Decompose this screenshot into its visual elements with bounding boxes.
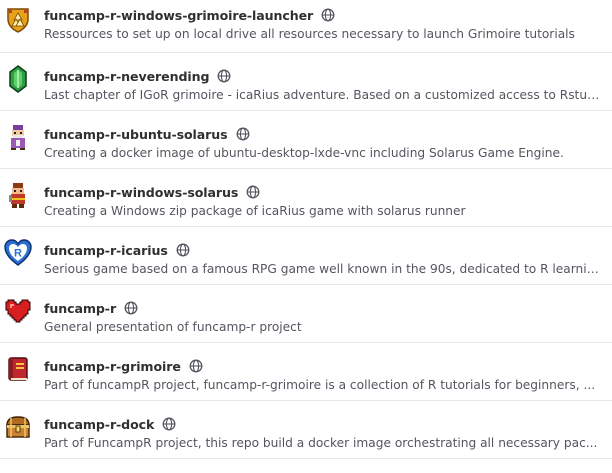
public-globe-icon	[217, 69, 231, 83]
project-name-link[interactable]: funcamp-r-icarius	[44, 243, 168, 258]
project-row-funcamp-r-grimoire[interactable]: funcamp-r-grimoire Part of funcampR proj…	[0, 343, 612, 401]
triforce-shield-icon[interactable]	[4, 6, 32, 34]
project-description: Serious game based on a famous RPG game …	[44, 262, 604, 276]
public-globe-icon	[176, 243, 190, 257]
project-name-link[interactable]: funcamp-r-windows-grimoire-launcher	[44, 8, 313, 23]
public-globe-icon	[162, 417, 176, 431]
project-row-funcamp-r-windows-solarus[interactable]: funcamp-r-windows-solarus Creating a Win…	[0, 169, 612, 227]
project-description: Part of funcampR project, funcamp-r-grim…	[44, 378, 596, 392]
project-description: General presentation of funcamp-r projec…	[44, 320, 302, 334]
pixel-heart-icon[interactable]	[4, 297, 32, 325]
project-name-link[interactable]: funcamp-r-grimoire	[44, 359, 181, 374]
project-title-line: funcamp-r-windows-solarus	[44, 183, 260, 201]
project-title-line: funcamp-r-ubuntu-solarus	[44, 125, 250, 143]
project-title-line: funcamp-r-icarius	[44, 241, 190, 259]
project-title-line: funcamp-r-windows-grimoire-launcher	[44, 6, 335, 24]
public-globe-icon	[124, 301, 138, 315]
project-name-link[interactable]: funcamp-r	[44, 301, 116, 316]
project-title-line: funcamp-r-dock	[44, 415, 176, 433]
project-title-line: funcamp-r-grimoire	[44, 357, 203, 375]
project-row-funcamp-r-windows-grimoire-launcher[interactable]: funcamp-r-windows-grimoire-launcher Ress…	[0, 0, 612, 53]
public-globe-icon	[321, 8, 335, 22]
project-title-line: funcamp-r-neverending	[44, 67, 231, 85]
public-globe-icon	[236, 127, 250, 141]
project-description: Part of FuncampR project, this repo buil…	[44, 436, 598, 450]
red-book-icon[interactable]	[4, 355, 32, 383]
project-row-funcamp-r-neverending[interactable]: funcamp-r-neverending Last chapter of IG…	[0, 53, 612, 111]
project-description: Last chapter of IGoR grimoire - icaRius …	[44, 88, 604, 102]
treasure-chest-icon[interactable]	[4, 413, 32, 441]
project-row-funcamp-r-ubuntu-solarus[interactable]: funcamp-r-ubuntu-solarus Creating a dock…	[0, 111, 612, 169]
project-title-line: funcamp-r	[44, 299, 138, 317]
public-globe-icon	[246, 185, 260, 199]
avatar-letter: R	[14, 248, 22, 260]
warrior-sprite-icon[interactable]	[4, 181, 32, 209]
project-description: Ressources to set up on local drive all …	[44, 27, 575, 41]
project-list: funcamp-r-windows-grimoire-launcher Ress…	[0, 0, 612, 473]
r-heart-shield-icon[interactable]: R	[4, 239, 32, 267]
project-name-link[interactable]: funcamp-r-dock	[44, 417, 154, 432]
project-row-funcamp-r-dock[interactable]: funcamp-r-dock Part of FuncampR project,…	[0, 401, 612, 459]
project-description: Creating a Windows zip package of icaRiu…	[44, 204, 466, 218]
project-name-link[interactable]: funcamp-r-neverending	[44, 69, 209, 84]
project-name-link[interactable]: funcamp-r-windows-solarus	[44, 185, 238, 200]
project-row-funcamp-r[interactable]: funcamp-r General presentation of funcam…	[0, 285, 612, 343]
green-rupee-icon[interactable]	[4, 65, 32, 93]
project-name-link[interactable]: funcamp-r-ubuntu-solarus	[44, 127, 228, 142]
project-row-funcamp-r-icarius[interactable]: R funcamp-r-icarius Serious game based o…	[0, 227, 612, 285]
old-sage-sprite-icon[interactable]	[4, 123, 32, 151]
project-description: Creating a docker image of ubuntu-deskto…	[44, 146, 564, 160]
public-globe-icon	[189, 359, 203, 373]
